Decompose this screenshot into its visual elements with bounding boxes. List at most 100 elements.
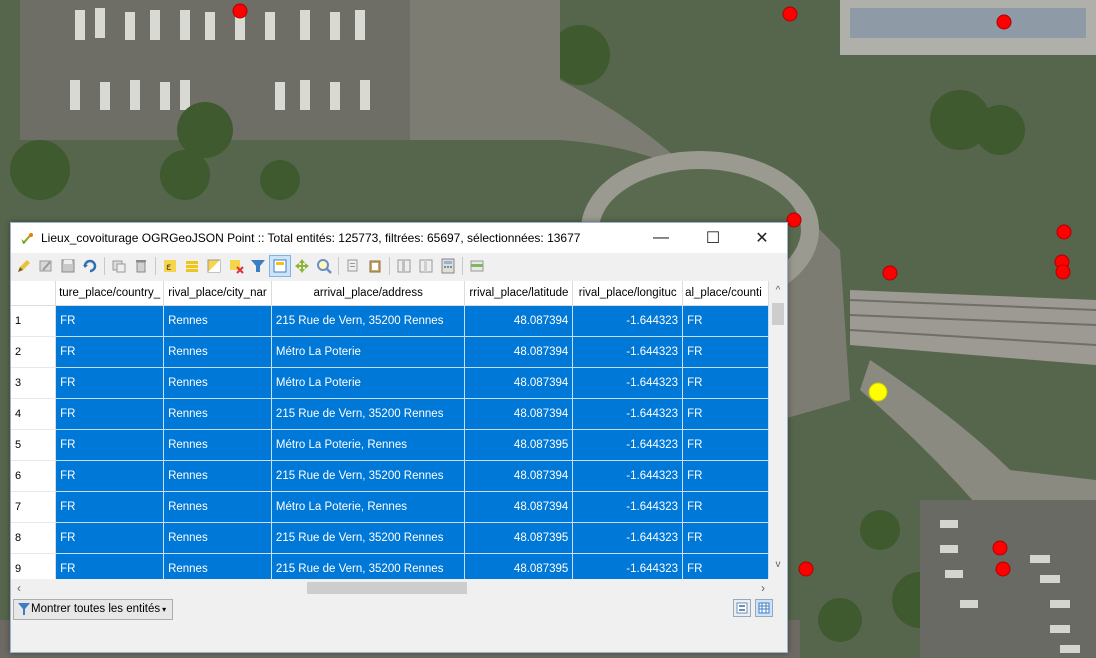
table-row[interactable]: 4 FR Rennes 215 Rue de Vern, 35200 Rennes 48… <box>11 398 769 430</box>
scroll-down-icon[interactable]: v <box>769 557 787 573</box>
corner-header[interactable] <box>11 281 57 306</box>
table-row[interactable]: 5 FR Rennes Métro La Poterie, Rennes 48.0873… <box>11 429 769 461</box>
delete-field-icon[interactable] <box>415 255 437 277</box>
move-to-top-icon[interactable] <box>269 255 291 277</box>
horizontal-scroll-thumb[interactable] <box>307 582 467 594</box>
column-header[interactable]: rival_place/longituc <box>572 281 684 306</box>
cell-departure-country[interactable]: FR <box>55 367 165 399</box>
cell-arrival-latitude[interactable]: 48.087394 <box>464 336 574 368</box>
form-view-icon[interactable] <box>733 599 751 617</box>
cell-arrival-city[interactable]: Rennes <box>163 367 272 399</box>
cell-arrival-latitude[interactable]: 48.087395 <box>464 429 574 461</box>
cell-arrival-latitude[interactable]: 48.087394 <box>464 398 574 430</box>
cell-arrival-city[interactable]: Rennes <box>163 460 272 492</box>
cell-arrival-city[interactable]: Rennes <box>163 398 272 430</box>
cell-arrival-longitude[interactable]: -1.644323 <box>572 460 684 492</box>
vertical-scroll-thumb[interactable] <box>772 303 784 325</box>
cell-arrival-longitude[interactable]: -1.644323 <box>572 398 684 430</box>
table-row[interactable]: 7 FR Rennes Métro La Poterie, Rennes 48.0873… <box>11 491 769 523</box>
refresh-icon[interactable] <box>79 255 101 277</box>
cell-arrival-city[interactable]: Rennes <box>163 336 272 368</box>
cell-arrival-longitude[interactable]: -1.644323 <box>572 305 684 337</box>
column-header[interactable]: ture_place/country_ <box>55 281 165 306</box>
cell-arrival-latitude[interactable]: 48.087394 <box>464 460 574 492</box>
minimize-button[interactable]: — <box>638 223 684 253</box>
table-row[interactable]: 6 FR Rennes 215 Rue de Vern, 35200 Rennes 48… <box>11 460 769 492</box>
conditional-format-icon[interactable] <box>466 255 488 277</box>
cell-departure-country[interactable]: FR <box>55 398 165 430</box>
field-calculator-icon[interactable] <box>437 255 459 277</box>
cell-arrival-address[interactable]: 215 Rue de Vern, 35200 Rennes <box>271 305 466 337</box>
invert-selection-icon[interactable] <box>203 255 225 277</box>
cell-arrival-city[interactable]: Rennes <box>163 305 272 337</box>
pencil-icon[interactable] <box>13 255 35 277</box>
title-bar[interactable]: Lieux_covoiturage OGRGeoJSON Point :: To… <box>11 223 787 253</box>
deselect-icon[interactable] <box>225 255 247 277</box>
cell-departure-country[interactable]: FR <box>55 491 165 523</box>
row-header[interactable]: 7 <box>11 491 57 523</box>
cell-departure-country[interactable]: FR <box>55 429 165 461</box>
cell-arrival-country[interactable]: FR <box>682 429 769 461</box>
cell-arrival-country[interactable]: FR <box>682 460 769 492</box>
scroll-right-icon[interactable]: › <box>755 579 771 597</box>
show-all-features-button[interactable]: Montrer toutes les entités ▾ <box>13 598 174 620</box>
cell-arrival-longitude[interactable]: -1.644323 <box>572 491 684 523</box>
cell-arrival-latitude[interactable]: 48.087394 <box>464 367 574 399</box>
horizontal-scrollbar[interactable]: ‹ › <box>11 579 787 597</box>
multi-edit-icon[interactable] <box>35 255 57 277</box>
filter-selected-icon[interactable] <box>247 255 269 277</box>
cell-departure-country[interactable]: FR <box>55 522 165 554</box>
close-button[interactable]: ✕ <box>739 223 785 253</box>
cell-arrival-latitude[interactable]: 48.087395 <box>464 522 574 554</box>
table-row[interactable]: 1 FR Rennes 215 Rue de Vern, 35200 Rennes 48… <box>11 305 769 337</box>
row-header[interactable]: 5 <box>11 429 57 461</box>
maximize-button[interactable]: ☐ <box>690 223 736 253</box>
row-header[interactable]: 6 <box>11 460 57 492</box>
column-header[interactable]: rival_place/city_nar <box>163 281 272 306</box>
expression-select-icon[interactable]: ε <box>159 255 181 277</box>
column-header[interactable]: rrival_place/latitude <box>464 281 574 306</box>
new-field-icon[interactable] <box>393 255 415 277</box>
cell-arrival-country[interactable]: FR <box>682 398 769 430</box>
column-header[interactable]: arrival_place/address <box>271 281 466 306</box>
cell-arrival-country[interactable]: FR <box>682 491 769 523</box>
delete-icon[interactable] <box>130 255 152 277</box>
column-header[interactable]: al_place/counti <box>682 281 769 306</box>
cell-arrival-longitude[interactable]: -1.644323 <box>572 429 684 461</box>
vertical-scrollbar[interactable]: ^ v <box>769 281 787 588</box>
scroll-left-icon[interactable]: ‹ <box>11 579 27 597</box>
row-header[interactable]: 3 <box>11 367 57 399</box>
cell-arrival-longitude[interactable]: -1.644323 <box>572 367 684 399</box>
cell-arrival-address[interactable]: 215 Rue de Vern, 35200 Rennes <box>271 522 466 554</box>
row-header[interactable]: 8 <box>11 522 57 554</box>
pan-to-selected-icon[interactable] <box>291 255 313 277</box>
cell-arrival-city[interactable]: Rennes <box>163 491 272 523</box>
attribute-grid[interactable]: ture_place/country_ rival_place/city_nar… <box>11 281 769 588</box>
cell-departure-country[interactable]: FR <box>55 305 165 337</box>
cell-arrival-address[interactable]: 215 Rue de Vern, 35200 Rennes <box>271 398 466 430</box>
copy-icon[interactable] <box>342 255 364 277</box>
table-row[interactable]: 3 FR Rennes Métro La Poterie 48.087394 -1.644… <box>11 367 769 399</box>
cell-arrival-address[interactable]: 215 Rue de Vern, 35200 Rennes <box>271 460 466 492</box>
copy-feature-icon[interactable] <box>108 255 130 277</box>
cell-departure-country[interactable]: FR <box>55 460 165 492</box>
table-row[interactable]: 8 FR Rennes 215 Rue de Vern, 35200 Rennes 48… <box>11 522 769 554</box>
cell-arrival-latitude[interactable]: 48.087394 <box>464 305 574 337</box>
cell-arrival-country[interactable]: FR <box>682 522 769 554</box>
row-header[interactable]: 4 <box>11 398 57 430</box>
select-all-icon[interactable] <box>181 255 203 277</box>
table-row[interactable]: 2 FR Rennes Métro La Poterie 48.087394 -1.644… <box>11 336 769 368</box>
paste-icon[interactable] <box>364 255 386 277</box>
zoom-to-selected-icon[interactable] <box>313 255 335 277</box>
cell-arrival-city[interactable]: Rennes <box>163 522 272 554</box>
cell-arrival-country[interactable]: FR <box>682 305 769 337</box>
cell-arrival-address[interactable]: Métro La Poterie <box>271 367 466 399</box>
table-view-icon[interactable] <box>755 599 773 617</box>
cell-arrival-longitude[interactable]: -1.644323 <box>572 522 684 554</box>
cell-departure-country[interactable]: FR <box>55 336 165 368</box>
cell-arrival-address[interactable]: Métro La Poterie, Rennes <box>271 491 466 523</box>
cell-arrival-city[interactable]: Rennes <box>163 429 272 461</box>
cell-arrival-country[interactable]: FR <box>682 367 769 399</box>
cell-arrival-address[interactable]: Métro La Poterie, Rennes <box>271 429 466 461</box>
scroll-up-icon[interactable]: ^ <box>769 283 787 299</box>
